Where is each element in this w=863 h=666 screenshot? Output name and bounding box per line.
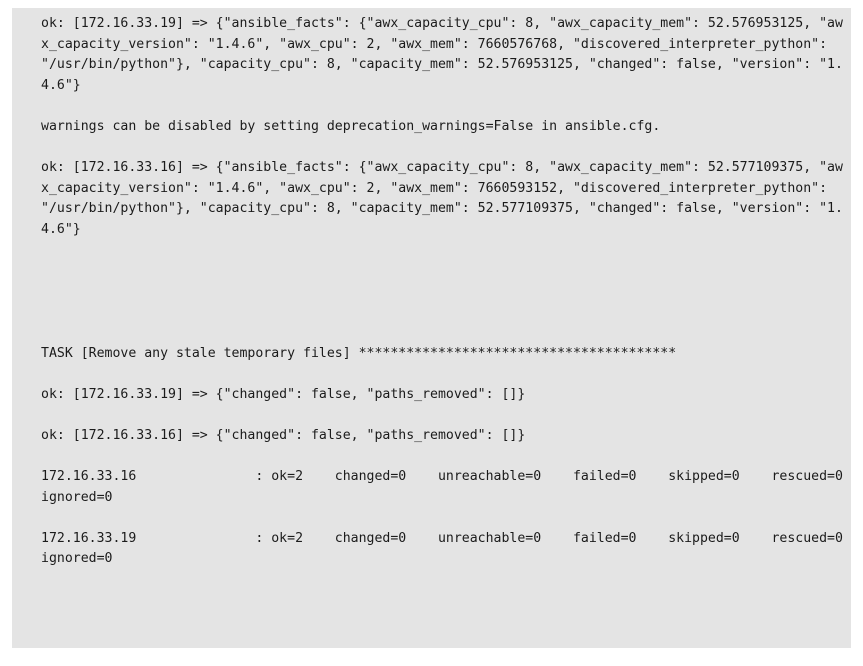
console-line: ok: [172.16.33.19] => {"ansible_facts": … — [41, 16, 843, 93]
console-line: warnings can be disabled by setting depr… — [41, 118, 661, 134]
console-line: 172.16.33.16 : ok=2 changed=0 unreachabl… — [41, 469, 843, 505]
console-output-text[interactable]: ok: [172.16.33.19] => {"ansible_facts": … — [12, 14, 851, 648]
console-line: ok: [172.16.33.16] => {"changed": false,… — [41, 427, 526, 443]
console-line: ok: [172.16.33.19] => {"changed": false,… — [41, 386, 526, 402]
console-output-panel[interactable]: ok: [172.16.33.19] => {"ansible_facts": … — [12, 8, 851, 648]
console-line: TASK [Remove any stale temporary files] … — [41, 345, 677, 361]
console-line: ok: [172.16.33.16] => {"ansible_facts": … — [41, 160, 843, 237]
console-line: 172.16.33.19 : ok=2 changed=0 unreachabl… — [41, 530, 843, 567]
